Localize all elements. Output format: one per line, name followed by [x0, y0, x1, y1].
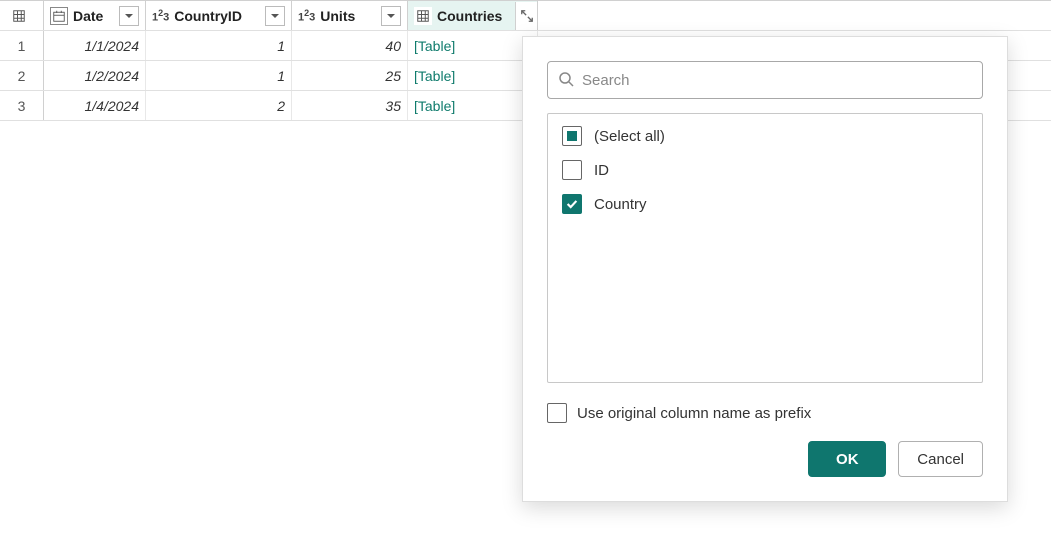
columns-option-list: (Select all) ID Country: [547, 113, 983, 383]
row-number[interactable]: 1: [0, 31, 44, 60]
ok-button[interactable]: OK: [808, 441, 886, 477]
column-option-id[interactable]: ID: [562, 160, 968, 180]
cell-date[interactable]: 1/1/2024: [44, 31, 146, 60]
row-number[interactable]: 3: [0, 91, 44, 120]
column-header-date[interactable]: Date: [44, 1, 146, 30]
checkbox-indeterminate-icon: [562, 126, 582, 146]
cell-units[interactable]: 25: [292, 61, 408, 90]
search-input[interactable]: [582, 72, 972, 89]
checkbox-checked-icon: [562, 194, 582, 214]
cell-countryid[interactable]: 2: [146, 91, 292, 120]
column-header-label: Countries: [437, 8, 515, 24]
option-label: (Select all): [594, 128, 665, 145]
table-icon: [10, 7, 28, 25]
search-box: [547, 61, 983, 99]
grid-header-row: Date 123 CountryID 123 Units Countries: [0, 1, 1051, 31]
cell-countryid[interactable]: 1: [146, 31, 292, 60]
checkbox-unchecked-icon: [562, 160, 582, 180]
expand-button-countries[interactable]: [515, 2, 537, 30]
cell-countries[interactable]: [Table]: [408, 31, 538, 60]
option-label: ID: [594, 162, 609, 179]
search-icon: [558, 71, 574, 90]
checkbox-unchecked-icon: [547, 403, 567, 423]
filter-button-units[interactable]: [381, 6, 401, 26]
column-header-label: CountryID: [174, 8, 261, 24]
column-header-units[interactable]: 123 Units: [292, 1, 408, 30]
expand-columns-popup: (Select all) ID Country Use original col…: [522, 36, 1008, 502]
column-header-label: Units: [320, 8, 377, 24]
number-type-icon: 123: [152, 8, 169, 24]
number-type-icon: 123: [298, 8, 315, 24]
option-label: Country: [594, 196, 647, 213]
cell-date[interactable]: 1/2/2024: [44, 61, 146, 90]
cell-date[interactable]: 1/4/2024: [44, 91, 146, 120]
dialog-button-row: OK Cancel: [547, 441, 983, 477]
cell-countries[interactable]: [Table]: [408, 61, 538, 90]
cell-units[interactable]: 35: [292, 91, 408, 120]
filter-button-date[interactable]: [119, 6, 139, 26]
filter-button-countryid[interactable]: [265, 6, 285, 26]
table-icon: [414, 7, 432, 25]
cancel-button[interactable]: Cancel: [898, 441, 983, 477]
cell-countryid[interactable]: 1: [146, 61, 292, 90]
row-number[interactable]: 2: [0, 61, 44, 90]
cell-countries[interactable]: [Table]: [408, 91, 538, 120]
prefix-label: Use original column name as prefix: [577, 405, 811, 422]
row-header-corner[interactable]: [0, 1, 44, 30]
column-header-label: Date: [73, 8, 115, 24]
column-header-countryid[interactable]: 123 CountryID: [146, 1, 292, 30]
column-option-country[interactable]: Country: [562, 194, 968, 214]
cell-units[interactable]: 40: [292, 31, 408, 60]
prefix-option[interactable]: Use original column name as prefix: [547, 403, 983, 423]
calendar-icon: [50, 7, 68, 25]
select-all-option[interactable]: (Select all): [562, 126, 968, 146]
column-header-countries[interactable]: Countries: [408, 1, 538, 30]
